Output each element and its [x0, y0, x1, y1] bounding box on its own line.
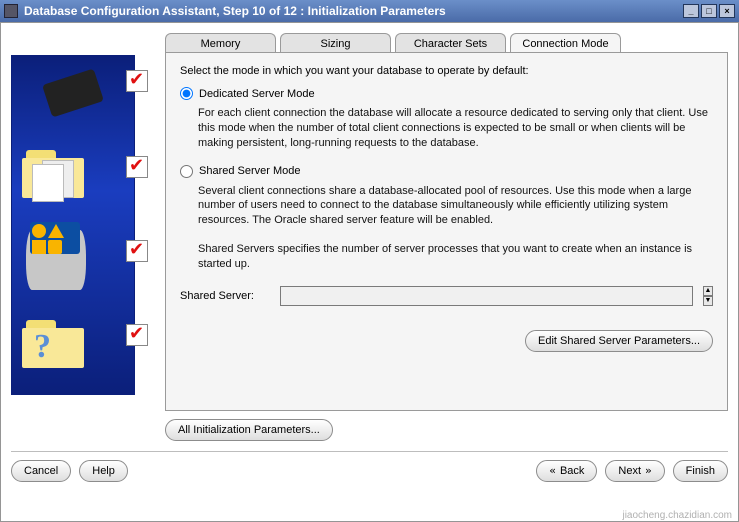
step-check-icon — [126, 156, 148, 178]
shared-servers-desc: Shared Servers specifies the number of s… — [198, 242, 713, 272]
dedicated-mode-label: Dedicated Server Mode — [199, 88, 315, 100]
edit-shared-server-params-button[interactable]: Edit Shared Server Parameters... — [525, 330, 713, 352]
spinner-down-button[interactable]: ▼ — [703, 296, 713, 306]
question-icon: ? — [34, 328, 51, 366]
wizard-steps-graphic: ? — [11, 55, 135, 395]
step-check-icon — [126, 70, 148, 92]
dedicated-mode-radio[interactable] — [180, 87, 193, 100]
spinner-up-button[interactable]: ▲ — [703, 286, 713, 296]
tab-sizing[interactable]: Sizing — [280, 33, 391, 53]
chip-icon — [42, 68, 104, 117]
folder-icon — [22, 320, 84, 368]
shared-server-spinner: ▲ ▼ — [703, 286, 713, 306]
shared-mode-label: Shared Server Mode — [199, 165, 301, 177]
maximize-button[interactable]: □ — [701, 4, 717, 18]
shared-server-input[interactable] — [280, 286, 693, 306]
tab-bar: Memory Sizing Character Sets Connection … — [165, 33, 728, 53]
next-button[interactable]: Next » — [605, 460, 664, 482]
shared-server-field-label: Shared Server: — [180, 290, 270, 302]
back-button[interactable]: « Back — [536, 460, 597, 482]
dedicated-mode-desc: For each client connection the database … — [198, 106, 713, 151]
all-initialization-parameters-button[interactable]: All Initialization Parameters... — [165, 419, 333, 441]
step-check-icon — [126, 240, 148, 262]
window-title: Database Configuration Assistant, Step 1… — [24, 4, 446, 18]
folder-icon — [22, 150, 84, 198]
tab-connection-mode[interactable]: Connection Mode — [510, 33, 621, 53]
shared-mode-radio[interactable] — [180, 165, 193, 178]
back-arrow-icon: « — [549, 461, 556, 481]
next-button-label: Next — [618, 461, 641, 481]
tab-character-sets[interactable]: Character Sets — [395, 33, 506, 53]
close-button[interactable]: × — [719, 4, 735, 18]
divider — [11, 451, 728, 452]
watermark: jiaocheng.chazidian.com — [622, 510, 732, 521]
cancel-button[interactable]: Cancel — [11, 460, 71, 482]
intro-text: Select the mode in which you want your d… — [180, 65, 713, 77]
connection-mode-panel: Select the mode in which you want your d… — [165, 52, 728, 411]
back-button-label: Back — [560, 461, 584, 481]
minimize-button[interactable]: _ — [683, 4, 699, 18]
finish-button[interactable]: Finish — [673, 460, 728, 482]
shared-mode-desc: Several client connections share a datab… — [198, 184, 713, 229]
step-check-icon — [126, 324, 148, 346]
help-button[interactable]: Help — [79, 460, 128, 482]
titlebar: Database Configuration Assistant, Step 1… — [0, 0, 739, 22]
app-icon — [4, 4, 18, 18]
tab-memory[interactable]: Memory — [165, 33, 276, 53]
shapes-icon — [30, 222, 80, 254]
next-arrow-icon: » — [645, 461, 652, 481]
footer: Cancel Help « Back Next » Finish — [11, 460, 728, 482]
